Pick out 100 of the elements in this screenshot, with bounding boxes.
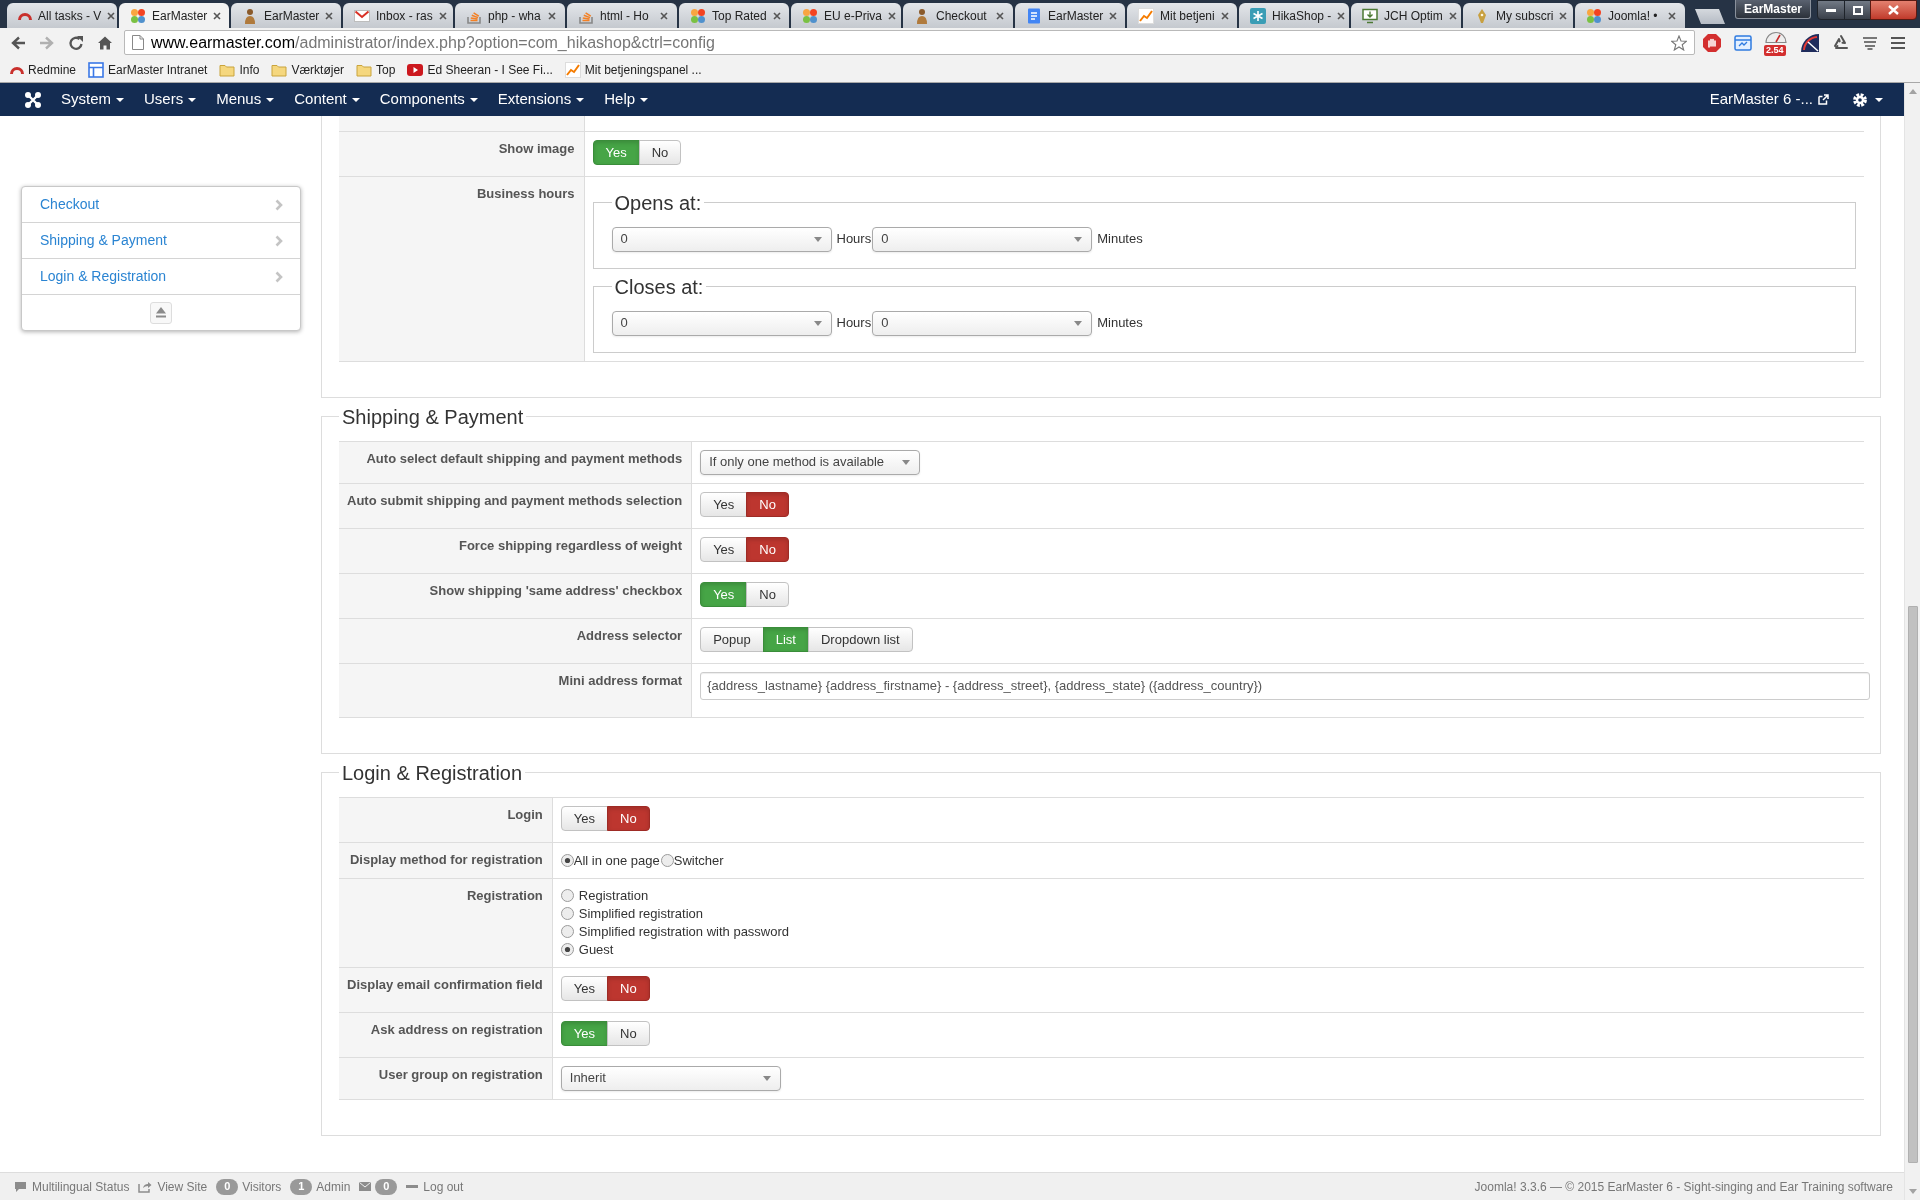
- bookmark[interactable]: EarMaster Intranet: [83, 58, 213, 81]
- bookmark[interactable]: Info: [214, 58, 265, 81]
- sidebar-item[interactable]: Login & Registration: [22, 259, 300, 295]
- reload-icon[interactable]: [68, 34, 84, 51]
- browser-tab[interactable]: EarMaster: [231, 3, 341, 28]
- recycle-icon[interactable]: [1832, 33, 1850, 52]
- close-icon[interactable]: [438, 11, 447, 20]
- close-icon[interactable]: [996, 11, 1004, 20]
- nav-menu-item[interactable]: Menus: [206, 83, 285, 116]
- dropdown[interactable]: If only one method is available: [700, 449, 921, 475]
- browser-tab[interactable]: JCH Optim: [1351, 3, 1461, 28]
- option-button[interactable]: No: [607, 975, 650, 1001]
- back-icon[interactable]: [10, 34, 26, 51]
- browser-tab[interactable]: Joomla! •: [1575, 3, 1685, 28]
- nav-menu-item[interactable]: Components: [369, 83, 488, 116]
- option-button[interactable]: Popup: [700, 626, 764, 652]
- new-tab-button[interactable]: [1695, 9, 1725, 24]
- browser-tab[interactable]: Checkout: [903, 3, 1013, 28]
- browser-tab[interactable]: EarMaster: [119, 3, 229, 28]
- dropdown[interactable]: 0: [872, 310, 1093, 336]
- close-icon[interactable]: [1668, 11, 1676, 20]
- address-field[interactable]: www.earmaster.com/administrator/index.php?option=com_hikashop&ctrl=config: [124, 30, 1695, 55]
- maximize-button[interactable]: [1844, 0, 1871, 20]
- radio-icon[interactable]: [560, 907, 574, 920]
- nav-menu-item[interactable]: Content: [284, 83, 370, 116]
- dropdown[interactable]: Inherit: [560, 1065, 781, 1091]
- stacked-lines-icon[interactable]: [1862, 35, 1878, 50]
- bookmark[interactable]: Redmine: [5, 58, 82, 81]
- close-icon[interactable]: [1337, 11, 1346, 20]
- star-icon[interactable]: [1671, 34, 1687, 51]
- bookmark[interactable]: Top: [351, 58, 401, 81]
- option-button[interactable]: No: [746, 581, 789, 607]
- site-link[interactable]: EarMaster 6 -...: [1709, 88, 1829, 111]
- option-button[interactable]: Yes: [700, 491, 748, 517]
- eject-button[interactable]: [150, 301, 172, 324]
- close-icon[interactable]: [213, 11, 222, 20]
- close-icon[interactable]: [888, 11, 896, 20]
- option-button[interactable]: No: [607, 1020, 650, 1046]
- minimize-button[interactable]: [1817, 0, 1845, 20]
- browser-window-icon[interactable]: [1734, 34, 1752, 51]
- option-button[interactable]: Yes: [560, 975, 608, 1001]
- settings-menu[interactable]: [1853, 92, 1883, 107]
- close-icon[interactable]: [107, 11, 116, 20]
- option-button[interactable]: Yes: [700, 536, 748, 562]
- close-icon[interactable]: [772, 11, 781, 20]
- dropdown[interactable]: 0: [872, 226, 1093, 252]
- profile-button[interactable]: EarMaster: [1734, 0, 1811, 19]
- radio-icon[interactable]: [560, 943, 574, 956]
- stop-sign-icon[interactable]: [1702, 32, 1722, 53]
- radio-option[interactable]: Guest: [560, 940, 614, 959]
- menu-icon[interactable]: [1890, 35, 1906, 50]
- close-icon[interactable]: [1448, 11, 1457, 20]
- radio-option[interactable]: All in one page: [560, 850, 660, 870]
- nav-menu-item[interactable]: Extensions: [487, 83, 595, 116]
- browser-tab[interactable]: HikaShop -: [1239, 3, 1349, 28]
- radio-icon[interactable]: [660, 853, 674, 867]
- radio-option[interactable]: Simplified registration with password: [560, 922, 790, 941]
- nav-menu-item[interactable]: Users: [134, 83, 207, 116]
- browser-tab[interactable]: php - wha: [455, 3, 565, 28]
- browser-tab[interactable]: My subscri: [1463, 3, 1573, 28]
- browser-tab[interactable]: EarMaster: [1015, 3, 1125, 28]
- nav-menu-item[interactable]: Help: [594, 83, 659, 116]
- browser-tab[interactable]: html - Ho: [567, 3, 677, 28]
- sidebar-item[interactable]: Checkout: [22, 187, 300, 223]
- footer-link[interactable]: View Site: [138, 1177, 208, 1196]
- radio-option[interactable]: Registration: [560, 886, 649, 905]
- close-button[interactable]: [1870, 0, 1917, 20]
- sidebar-item[interactable]: Shipping & Payment: [22, 223, 300, 259]
- radio-option[interactable]: Switcher: [660, 850, 724, 870]
- option-button[interactable]: Yes: [560, 805, 608, 831]
- nav-menu-item[interactable]: System: [51, 83, 134, 116]
- close-icon[interactable]: [660, 11, 668, 20]
- radio-option[interactable]: Simplified registration: [560, 904, 704, 923]
- option-button[interactable]: No: [607, 805, 650, 831]
- radio-icon[interactable]: [560, 853, 574, 867]
- browser-tab[interactable]: Mit betjeni: [1127, 3, 1237, 28]
- bookmark[interactable]: Værktøjer: [266, 58, 350, 81]
- browser-tab[interactable]: EU e-Priva: [791, 3, 901, 28]
- close-icon[interactable]: [1559, 11, 1568, 20]
- close-icon[interactable]: [1109, 11, 1118, 20]
- home-icon[interactable]: [97, 34, 113, 51]
- option-button[interactable]: No: [746, 536, 789, 562]
- close-icon[interactable]: [548, 11, 556, 20]
- gauge-icon[interactable]: [1800, 32, 1820, 53]
- option-button[interactable]: No: [746, 491, 789, 517]
- dropdown[interactable]: 0: [611, 226, 832, 252]
- scrollbar-thumb[interactable]: [1907, 606, 1918, 1163]
- browser-tab[interactable]: Top Rated: [679, 3, 789, 28]
- pinwheel-icon[interactable]: [24, 90, 42, 109]
- bookmark[interactable]: Ed Sheeran - I See Fi...: [402, 58, 558, 81]
- speedometer-icon[interactable]: [1765, 29, 1787, 43]
- text-field[interactable]: {address_lastname} {address_firstname} - {address_street}, {address_state} ({address_country}): [700, 671, 1870, 700]
- close-icon[interactable]: [325, 11, 334, 20]
- dropdown[interactable]: 0: [611, 310, 832, 336]
- footer-link[interactable]: Log out: [406, 1177, 464, 1196]
- browser-tab[interactable]: Inbox - ras: [343, 3, 453, 28]
- footer-link[interactable]: Multilingual Status: [14, 1177, 130, 1196]
- radio-icon[interactable]: [560, 925, 574, 938]
- close-icon[interactable]: [1220, 11, 1229, 20]
- radio-icon[interactable]: [560, 889, 574, 902]
